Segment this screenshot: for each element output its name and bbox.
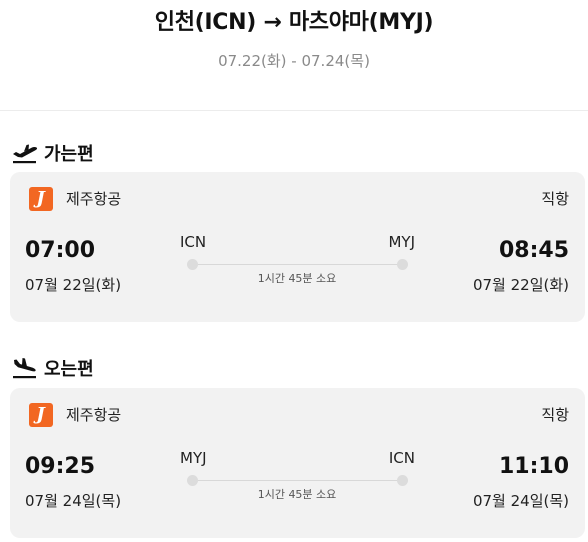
trip-dates: 07.22(화) - 07.24(목): [218, 52, 370, 70]
arrival-dot: [397, 259, 408, 270]
outbound-label: 가는편: [44, 144, 94, 165]
route-line: [192, 480, 402, 481]
flight-type: 직항: [541, 406, 569, 424]
inbound-label: 오는편: [44, 359, 94, 380]
outbound-flight-card[interactable]: J 제주항공 직항 07:00 07월 22일(화) ICN MYJ 1시간 4…: [10, 172, 585, 322]
departure-date: 07월 24일(목): [25, 492, 122, 510]
plane-takeoff-icon: [13, 144, 38, 164]
trip-header: 인천(ICN) → 마츠야마(MYJ) 07.22(화) - 07.24(목): [0, 0, 588, 111]
flight-type: 직항: [541, 190, 569, 208]
flight-duration: 1시간 45분 소요: [257, 272, 337, 285]
route-title: 인천(ICN) → 마츠야마(MYJ): [154, 10, 434, 35]
arrival-date: 07월 22일(화): [472, 276, 569, 294]
jeju-air-logo-icon: J: [29, 187, 53, 211]
inbound-flight-card[interactable]: J 제주항공 직항 09:25 07월 24일(목) MYJ ICN 1시간 4…: [10, 388, 585, 538]
airline-name: 제주항공: [66, 190, 122, 208]
arrival-time: 11:10: [498, 454, 569, 479]
departure-airport-code: ICN: [180, 233, 207, 251]
arrival-date: 07월 24일(목): [472, 492, 569, 510]
plane-landing-icon: [13, 358, 36, 379]
departure-date: 07월 22일(화): [25, 276, 122, 294]
flight-duration: 1시간 45분 소요: [257, 488, 337, 501]
departure-dot: [187, 259, 198, 270]
arrival-airport-code: ICN: [388, 449, 415, 467]
arrival-airport-code: MYJ: [388, 233, 415, 251]
inbound-section-header: 오는편: [12, 355, 94, 381]
airline-name: 제주항공: [66, 406, 122, 424]
departure-time: 09:25: [25, 454, 96, 479]
outbound-section-header: 가는편: [12, 140, 94, 166]
arrival-dot: [397, 475, 408, 486]
route-line: [192, 264, 402, 265]
departure-time: 07:00: [25, 238, 96, 263]
departure-dot: [187, 475, 198, 486]
jeju-air-logo-icon: J: [29, 403, 53, 427]
arrival-time: 08:45: [498, 238, 569, 263]
departure-airport-code: MYJ: [180, 449, 207, 467]
